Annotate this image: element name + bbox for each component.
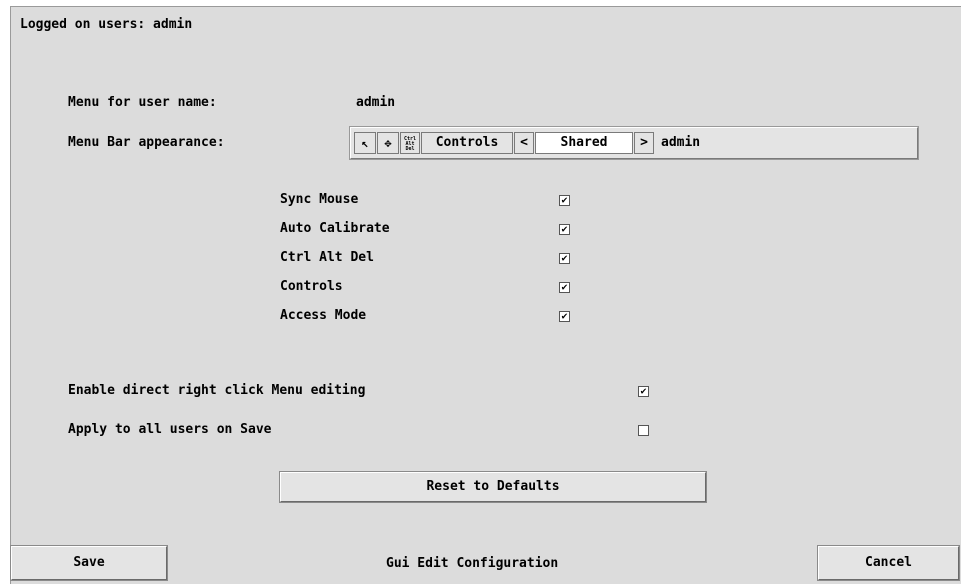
option-label-access-mode: Access Mode bbox=[280, 308, 367, 323]
option-label-auto-calibrate: Auto Calibrate bbox=[280, 221, 390, 236]
option-label-ctrl-alt-del: Ctrl Alt Del bbox=[280, 250, 374, 265]
controls-menu[interactable]: Controls bbox=[421, 132, 513, 154]
cancel-button[interactable]: Cancel bbox=[818, 546, 959, 580]
access-mode-display: Shared bbox=[535, 132, 633, 154]
save-button[interactable]: Save bbox=[11, 546, 167, 580]
checkbox-apply-all[interactable] bbox=[638, 425, 649, 436]
menu-user-label: Menu for user name: bbox=[68, 95, 217, 110]
checkbox-ctrl-alt-del[interactable]: ✔ bbox=[559, 253, 570, 264]
next-mode-button[interactable]: > bbox=[634, 132, 654, 154]
menu-user-value: admin bbox=[356, 95, 396, 110]
menubar-appearance-label: Menu Bar appearance: bbox=[68, 135, 225, 150]
ctrl-alt-del-icon[interactable]: Ctrl Alt Del bbox=[400, 132, 420, 154]
window-title: Gui Edit Configuration bbox=[386, 556, 559, 571]
ctrl-alt-del-text: Ctrl Alt Del bbox=[403, 136, 417, 152]
enable-edit-label: Enable direct right click Menu editing bbox=[68, 383, 366, 398]
logged-on-users: Logged on users: admin bbox=[20, 17, 193, 32]
menubar-preview: ↖ ✥ Ctrl Alt Del Controls < Shared > adm… bbox=[350, 127, 918, 159]
reset-defaults-button[interactable]: Reset to Defaults bbox=[280, 472, 706, 502]
apply-all-label: Apply to all users on Save bbox=[68, 422, 272, 437]
move-icon[interactable]: ✥ bbox=[377, 132, 399, 154]
checkbox-enable-edit[interactable]: ✔ bbox=[638, 386, 649, 397]
checkbox-controls[interactable]: ✔ bbox=[559, 282, 570, 293]
menubar-user: admin bbox=[661, 135, 701, 150]
option-label-sync-mouse: Sync Mouse bbox=[280, 192, 359, 207]
checkbox-access-mode[interactable]: ✔ bbox=[559, 311, 570, 322]
prev-mode-button[interactable]: < bbox=[514, 132, 534, 154]
checkbox-sync-mouse[interactable]: ✔ bbox=[559, 195, 570, 206]
checkbox-auto-calibrate[interactable]: ✔ bbox=[559, 224, 570, 235]
mouse-sync-icon[interactable]: ↖ bbox=[354, 132, 376, 154]
option-label-controls: Controls bbox=[280, 279, 343, 294]
